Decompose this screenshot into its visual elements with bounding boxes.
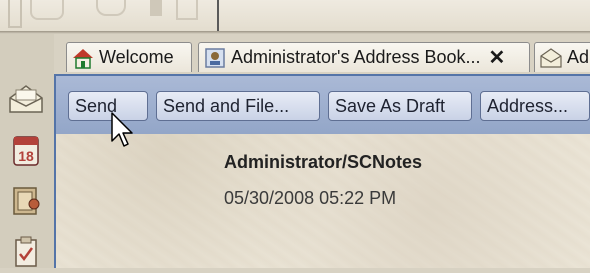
tab-label: Administrator's Address Book...	[231, 47, 481, 67]
save-as-draft-button[interactable]: Save As Draft	[328, 91, 472, 121]
message-date: 05/30/2008 05:22 PM	[224, 188, 397, 208]
send-button[interactable]: Send	[68, 91, 148, 121]
close-icon[interactable]: ✕	[489, 45, 506, 70]
mail-icon	[539, 46, 563, 70]
sender-name: Administrator/SCNotes	[224, 152, 423, 172]
tab-welcome[interactable]: Welcome	[66, 42, 192, 72]
tab-address-book[interactable]: Administrator's Address Book... ✕	[198, 42, 530, 72]
toolbar-separator	[217, 0, 219, 32]
contacts-icon[interactable]	[8, 184, 44, 218]
top-toolbar	[0, 0, 590, 34]
address-book-icon	[203, 46, 227, 70]
send-and-file-button[interactable]: Send and File...	[156, 91, 320, 121]
toolbar-ghost-icon	[8, 0, 22, 28]
tab-label: Welcome	[99, 47, 174, 67]
tab-bar: Welcome Administrator's Address Book... …	[66, 42, 590, 74]
todo-icon[interactable]	[8, 234, 44, 268]
tab-ad[interactable]: Ad	[534, 42, 590, 72]
action-bar: Send Send and File... Save As Draft Addr…	[56, 76, 590, 134]
address-button[interactable]: Address...	[480, 91, 590, 121]
toolbar-ghost-icon	[150, 0, 162, 16]
calendar-icon-text: 18	[18, 148, 34, 164]
calendar-icon[interactable]: 18	[8, 134, 44, 168]
home-icon	[71, 46, 95, 70]
toolbar-bevel	[0, 31, 590, 34]
toolbar-ghost-icon	[30, 0, 64, 20]
mouse-cursor-icon	[110, 111, 134, 151]
toolbar-ghost-icon	[96, 0, 126, 16]
mail-icon[interactable]	[8, 82, 44, 116]
left-bookmark-bar: 18	[0, 34, 54, 268]
toolbar-ghost-icon	[176, 0, 198, 20]
tab-label: Ad	[567, 47, 590, 67]
